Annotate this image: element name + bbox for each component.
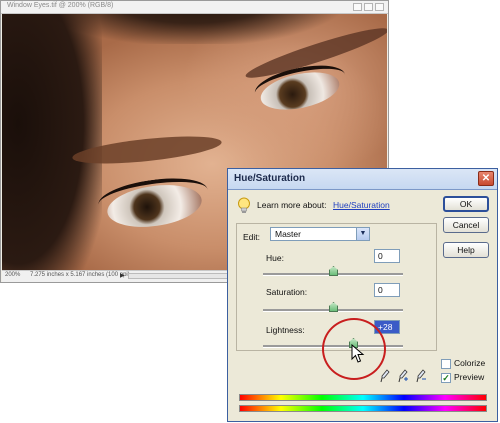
document-title: Window Eyes.tif @ 200% (RGB/8) [7, 2, 114, 9]
dialog-titlebar[interactable]: Hue/Saturation ✕ [228, 169, 497, 190]
mouse-cursor-icon [351, 344, 365, 363]
status-menu-arrow[interactable]: ▶ [120, 272, 125, 279]
hue-field[interactable]: 0 [374, 249, 400, 263]
document-window-controls [353, 3, 384, 11]
document-titlebar[interactable]: Window Eyes.tif @ 200% (RGB/8) [1, 1, 388, 14]
document-size-info: 7.275 inches x 5.167 inches (100 ppi) [30, 272, 130, 278]
learn-more-link[interactable]: Hue/Saturation [333, 200, 390, 210]
chevron-down-icon[interactable]: ▼ [356, 228, 369, 240]
minimize-button[interactable] [353, 3, 362, 11]
learn-more-label: Learn more about: [257, 200, 327, 210]
eyedropper-plus-icon[interactable] [398, 369, 408, 383]
edit-dropdown[interactable]: Master ▼ [270, 227, 370, 241]
photo-hair [2, 14, 102, 270]
color-ramp-after [239, 405, 487, 412]
preview-label: Preview [454, 372, 485, 382]
help-button[interactable]: Help [443, 242, 489, 258]
hue-saturation-dialog: Hue/Saturation ✕ Learn more about: Hue/S… [227, 168, 498, 422]
edit-dropdown-value: Master [275, 229, 301, 239]
horizontal-scrollbar[interactable] [128, 273, 233, 279]
close-icon[interactable]: ✕ [478, 171, 494, 186]
saturation-label: Saturation: [266, 287, 308, 297]
saturation-field[interactable]: 0 [374, 283, 400, 297]
edit-label: Edit: [243, 232, 261, 242]
eyedropper-icon[interactable] [380, 369, 390, 383]
eyedropper-minus-icon[interactable] [416, 369, 426, 383]
dialog-title: Hue/Saturation [234, 173, 306, 184]
hue-label: Hue: [266, 253, 284, 263]
close-button[interactable] [375, 3, 384, 11]
lightbulb-icon [238, 197, 250, 213]
maximize-button[interactable] [364, 3, 373, 11]
preview-checkbox[interactable]: ✓ [441, 373, 451, 383]
color-ramp-before [239, 394, 487, 401]
colorize-checkbox[interactable] [441, 359, 451, 369]
photo-hair-top [42, 14, 342, 44]
colorize-label: Colorize [454, 358, 486, 368]
cancel-button[interactable]: Cancel [443, 217, 489, 233]
ok-button[interactable]: OK [443, 196, 489, 212]
lightness-label: Lightness: [266, 325, 305, 335]
zoom-level[interactable]: 200% [5, 272, 20, 278]
